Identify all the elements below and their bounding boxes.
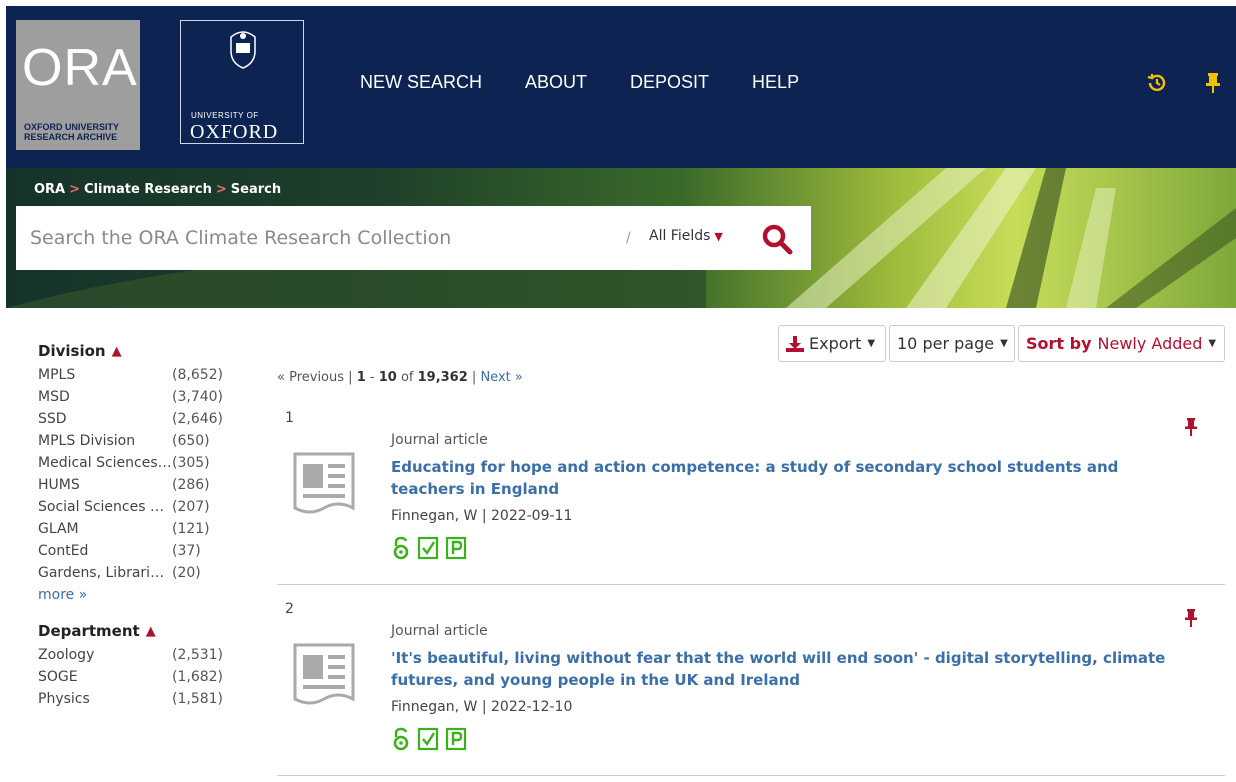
result-date: 2022-09-11 <box>491 508 573 524</box>
oxford-logo-line1: UNIVERSITY OF <box>191 111 259 120</box>
ora-logo-text: ORA <box>22 39 138 97</box>
nav-new-search[interactable]: NEW SEARCH <box>360 72 482 93</box>
article-thumbnail-icon <box>293 643 355 705</box>
open-access-icon <box>393 536 409 560</box>
facet-item[interactable]: MPLS Division (650) <box>38 430 238 452</box>
next-page-link[interactable]: Next » <box>480 370 522 385</box>
search-icon[interactable] <box>760 222 794 256</box>
published-icon <box>445 727 467 751</box>
breadcrumb-ora[interactable]: ORA <box>34 182 65 197</box>
result-title-link[interactable]: Educating for hope and action competence… <box>391 456 1191 500</box>
result-divider <box>277 584 1225 585</box>
result-badges <box>391 536 467 560</box>
result-number: 2 <box>285 601 294 617</box>
breadcrumb-current: Search <box>230 182 282 197</box>
facet-division-more-link[interactable]: more » <box>38 584 238 606</box>
facet-item[interactable]: SSD (2,646) <box>38 408 238 430</box>
ora-logo[interactable]: ORA OXFORD UNIVERSITY RESEARCH ARCHIVE <box>16 20 140 150</box>
pin-icon[interactable] <box>1184 418 1198 436</box>
oxford-logo[interactable]: UNIVERSITY OF OXFORD <box>180 20 304 144</box>
article-thumbnail-icon <box>293 452 355 514</box>
result-meta: Finnegan, W | 2022-12-10 <box>391 699 573 715</box>
facet-sidebar: Division ▲ MPLS (8,652) MSD (3,740) SSD (2,6… <box>38 338 238 710</box>
facet-item[interactable]: Social Sciences Division(207) <box>38 496 238 518</box>
peer-reviewed-icon <box>417 727 439 751</box>
chevron-up-icon: ▲ <box>111 343 122 359</box>
field-selector-dropdown[interactable]: All Fields ▼ <box>649 228 723 244</box>
facet-item[interactable]: Gardens, Libraries and Museums(20) <box>38 562 238 584</box>
previous-page-link: « Previous <box>277 370 345 385</box>
result-meta: Finnegan, W | 2022-09-11 <box>391 508 573 524</box>
facet-item[interactable]: Physics (1,581) <box>38 688 238 710</box>
published-icon <box>445 536 467 560</box>
peer-reviewed-icon <box>417 536 439 560</box>
result-number: 1 <box>285 410 294 426</box>
result-title-link[interactable]: 'It's beautiful, living without fear tha… <box>391 647 1191 691</box>
export-button[interactable]: Export ▼ <box>778 325 886 362</box>
search-banner: ORA>Climate Research>Search / All Fields… <box>6 168 1236 308</box>
history-icon[interactable] <box>1146 72 1168 94</box>
breadcrumb-climate-research[interactable]: Climate Research <box>84 182 212 197</box>
search-input[interactable] <box>30 222 590 254</box>
site-header: ORA OXFORD UNIVERSITY RESEARCH ARCHIVE U… <box>6 6 1236 168</box>
chevron-up-icon: ▲ <box>145 623 156 639</box>
ora-logo-subtitle: OXFORD UNIVERSITY RESEARCH ARCHIVE <box>24 122 120 142</box>
result-item: 1 Journal article Educating for hope and… <box>277 410 1225 580</box>
result-author[interactable]: Finnegan, W <box>391 508 477 524</box>
per-page-dropdown[interactable]: 10 per page ▼ <box>889 325 1015 362</box>
search-bar: / All Fields▼ <box>16 206 811 270</box>
result-divider <box>277 775 1225 776</box>
result-item: 2 Journal article 'It's beautiful, livin… <box>277 601 1225 771</box>
result-type: Journal article <box>391 432 488 448</box>
nav-help[interactable]: HELP <box>752 72 799 93</box>
facet-item[interactable]: Zoology (2,531) <box>38 644 238 666</box>
facet-item[interactable]: MSD (3,740) <box>38 386 238 408</box>
result-author[interactable]: Finnegan, W <box>391 699 477 715</box>
main-nav: NEW SEARCH ABOUT DEPOSIT HELP <box>360 72 799 93</box>
pin-icon[interactable] <box>1184 609 1198 627</box>
facet-item[interactable]: ContEd (37) <box>38 540 238 562</box>
nav-deposit[interactable]: DEPOSIT <box>630 72 709 93</box>
oxford-logo-line2: OXFORD <box>190 121 279 143</box>
pin-icon[interactable] <box>1202 72 1224 94</box>
result-date: 2022-12-10 <box>491 699 573 715</box>
nav-about[interactable]: ABOUT <box>525 72 587 93</box>
facet-item[interactable]: HUMS (286) <box>38 474 238 496</box>
breadcrumb: ORA > Climate Research > Search <box>34 182 282 197</box>
sort-dropdown[interactable]: Sort by Newly Added ▼ <box>1018 325 1225 362</box>
download-icon <box>786 335 804 352</box>
caret-down-icon: ▼ <box>714 230 723 243</box>
facet-item[interactable]: MPLS (8,652) <box>38 364 238 386</box>
facet-item[interactable]: GLAM (121) <box>38 518 238 540</box>
pagination: « Previous | 1 - 10 of 19,362 | Next » <box>277 370 523 385</box>
result-badges <box>391 727 467 751</box>
search-divider: / <box>626 230 631 246</box>
facet-item[interactable]: SOGE (1,682) <box>38 666 238 688</box>
facet-department-title[interactable]: Department ▲ <box>38 618 238 644</box>
oxford-crest-icon <box>230 31 256 69</box>
facet-item[interactable]: Medical Sciences Division(305) <box>38 452 238 474</box>
facet-division-title[interactable]: Division ▲ <box>38 338 238 364</box>
result-type: Journal article <box>391 623 488 639</box>
open-access-icon <box>393 727 409 751</box>
